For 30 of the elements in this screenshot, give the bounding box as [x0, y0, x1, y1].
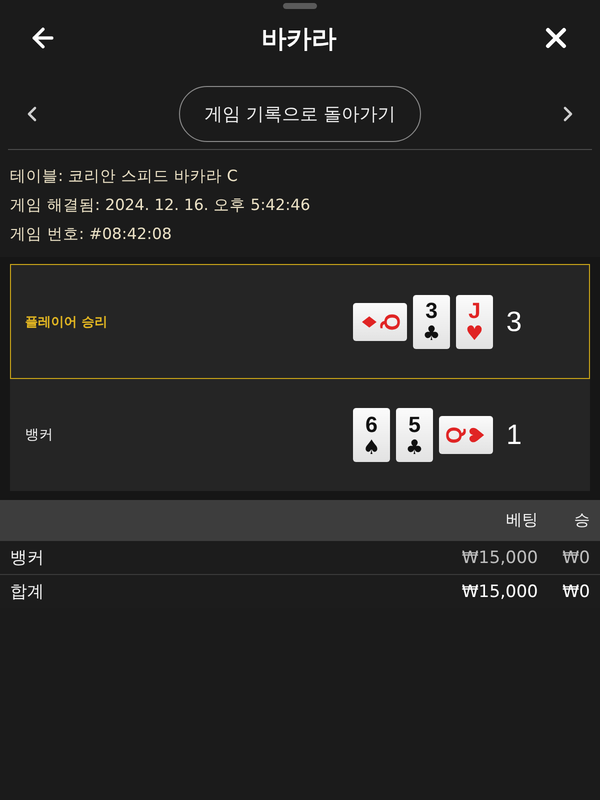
card-suit: ♠: [362, 436, 380, 456]
card-rank: 5: [408, 414, 421, 436]
hand-result-label: 뱅커: [25, 426, 53, 444]
card-rank: 3: [425, 300, 438, 322]
card-suit: ♣: [406, 436, 424, 456]
card-suit: ♣: [422, 323, 440, 343]
game-info-text: 테이블: 코리안 스피드 바카라 C: [10, 166, 238, 187]
game-info-text: 게임 해결됨: 2024. 12. 16. 오후 5:42:46: [10, 195, 310, 216]
hand-result-label: 플레이어 승리: [25, 314, 108, 330]
page-title: 바카라: [262, 22, 336, 54]
card-rank: J: [468, 300, 481, 322]
game-info-text: 게임 번호: #08:42:08: [10, 224, 172, 245]
column-header: 베팅: [506, 510, 538, 531]
card-suit: ♦: [358, 312, 379, 330]
drag-handle[interactable]: [283, 3, 317, 9]
amount-cell-text: ₩0: [561, 548, 590, 568]
back-to-history-button[interactable]: 게임 기록으로 돌아가기: [179, 86, 421, 142]
amount-cell-text: ₩0: [561, 582, 590, 602]
column-header: 승: [573, 510, 590, 531]
hand-score: 3: [505, 306, 523, 338]
row-label: 합계: [10, 581, 44, 603]
card-rank: Q: [380, 312, 402, 330]
card-suit: ♥: [467, 426, 488, 444]
amount-cell: ₩15,000: [462, 582, 538, 602]
row-label: 뱅커: [10, 547, 44, 569]
hand-score: 1: [505, 419, 523, 451]
amount-cell: ₩15,000: [462, 548, 538, 568]
card-rank: 6: [365, 414, 378, 436]
card-suit: ♥: [466, 323, 484, 343]
card-rank: Q: [444, 426, 466, 444]
